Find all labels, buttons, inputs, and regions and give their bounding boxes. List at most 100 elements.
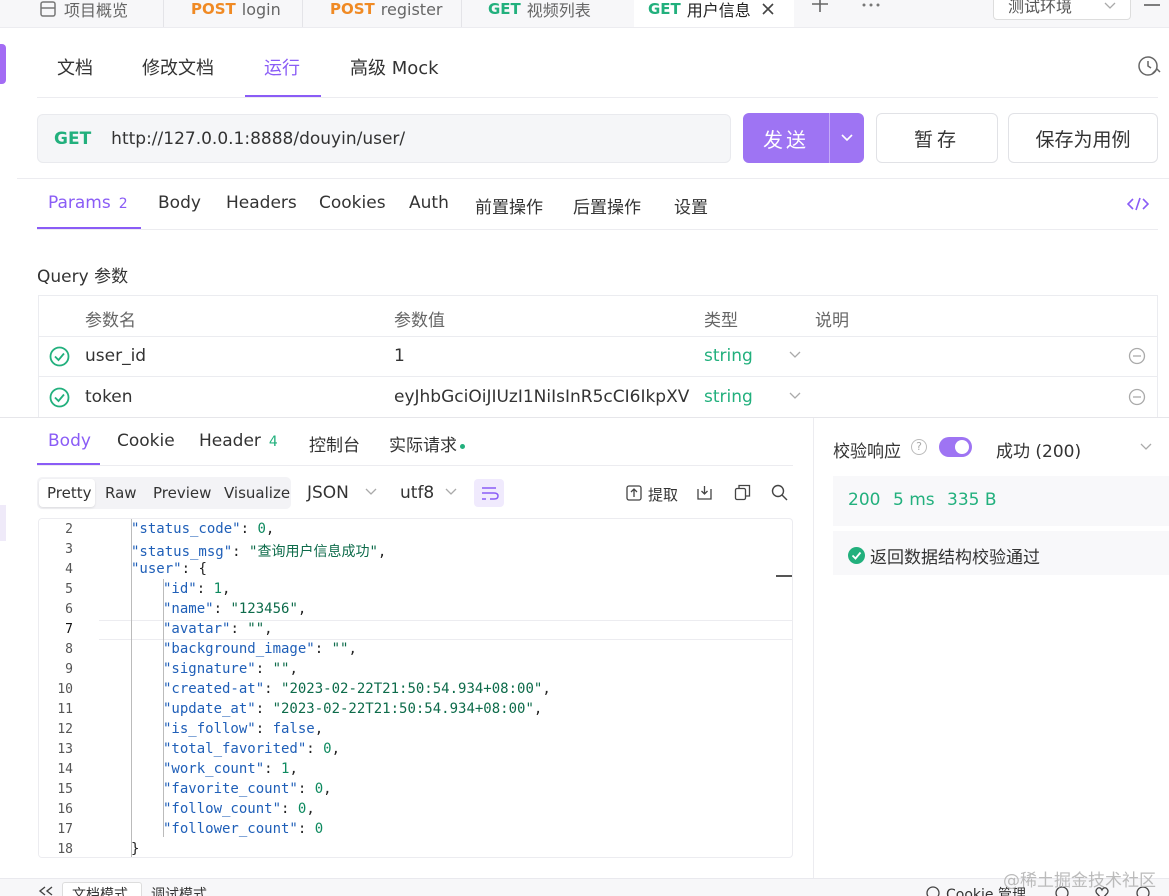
view-raw[interactable]: Raw — [105, 484, 137, 502]
format-select[interactable]: JSON — [307, 483, 349, 503]
chevron-down-icon[interactable] — [365, 488, 377, 496]
param-name-input[interactable]: user_id — [85, 346, 146, 366]
save-as-case-button[interactable]: 保存为用例 — [1008, 113, 1158, 163]
tab-post-login[interactable]: POST login — [191, 0, 281, 27]
tab-console[interactable]: 控制台 — [309, 431, 360, 456]
panel-divider[interactable] — [0, 417, 1169, 418]
add-tab-icon[interactable] — [810, 0, 830, 14]
tab-get-video-list[interactable]: GET 视频列表 — [488, 0, 591, 27]
tab-project-overview[interactable]: 项目概览 — [40, 0, 128, 27]
tab-settings[interactable]: 设置 — [674, 193, 708, 218]
tab-doc[interactable]: 文档 — [57, 54, 93, 80]
tab-auth[interactable]: Auth — [409, 193, 449, 213]
checkbox-checked-icon[interactable] — [49, 387, 70, 408]
param-value-input[interactable]: eyJhbGciOiJIUzI1NiIsInR5cCI6IkpXVCJ — [394, 387, 690, 407]
url-input[interactable]: http://127.0.0.1:8888/douyin/user/ — [111, 129, 405, 149]
line-number: 3 — [65, 542, 73, 557]
tab-actual-request[interactable]: 实际请求 — [389, 431, 465, 456]
search-icon[interactable] — [771, 484, 788, 501]
col-header-desc: 说明 — [815, 311, 849, 331]
chevron-down-icon[interactable] — [789, 351, 801, 359]
environment-select[interactable]: 测试环境 — [993, 0, 1131, 20]
more-icon[interactable] — [861, 2, 881, 10]
tab-response-header[interactable]: Header 4 — [199, 431, 278, 451]
line-number: 10 — [57, 682, 73, 697]
collapse-icon[interactable] — [38, 886, 54, 896]
line-number: 18 — [57, 842, 73, 857]
code-line: "follow_count": 0, — [163, 801, 315, 817]
request-method[interactable]: GET — [54, 129, 91, 149]
environment-label: 测试环境 — [1008, 0, 1073, 16]
word-wrap-button[interactable] — [474, 479, 504, 507]
doc-mode-button[interactable]: 文档模式 — [72, 884, 128, 896]
tab-edit-doc[interactable]: 修改文档 — [142, 54, 214, 80]
chevron-down-icon[interactable] — [789, 392, 801, 400]
code-icon[interactable] — [1127, 196, 1149, 212]
save-draft-button[interactable]: 暂存 — [876, 113, 998, 163]
tab-label: 用户信息 — [686, 1, 751, 20]
scrollbar-thumb[interactable] — [776, 575, 792, 577]
tab-get-user-info[interactable]: GET 用户信息 — [634, 0, 794, 27]
method-badge: POST — [191, 0, 236, 18]
code-line: "avatar": "", — [163, 621, 273, 637]
param-type-select[interactable]: string — [704, 387, 753, 407]
tab-post-register[interactable]: POST register — [330, 0, 442, 27]
code-line: "follower_count": 0 — [163, 821, 324, 837]
validate-toggle[interactable] — [939, 437, 972, 457]
close-icon[interactable] — [761, 2, 775, 16]
response-stats — [833, 476, 1169, 526]
cookie-icon[interactable] — [926, 886, 940, 896]
tab-response-cookie[interactable]: Cookie — [117, 431, 175, 451]
view-preview[interactable]: Preview — [153, 484, 211, 502]
param-value-input[interactable]: 1 — [394, 346, 690, 366]
chevron-down-icon — [841, 134, 853, 142]
validation-result-select[interactable]: 成功 (200) — [996, 437, 1081, 462]
line-number: 17 — [57, 822, 73, 837]
debug-mode-button[interactable]: 调试模式 — [151, 884, 207, 896]
tab-run[interactable]: 运行 — [264, 54, 300, 80]
send-button[interactable]: 发送 — [743, 113, 864, 163]
remove-row-icon[interactable] — [1128, 388, 1146, 406]
response-time: 5 ms — [893, 490, 935, 510]
request-tab-bar: 项目概览 POST login POST register GET 视频列表 G… — [0, 0, 1169, 28]
status-dot — [460, 443, 465, 449]
line-number: 11 — [57, 702, 73, 717]
line-number: 6 — [65, 602, 73, 617]
extract-icon[interactable] — [626, 485, 642, 501]
tab-post-operations[interactable]: 后置操作 — [573, 193, 641, 218]
code-line: "update_at": "2023-02-22T21:50:54.934+08… — [163, 701, 543, 717]
param-name-input[interactable]: token — [85, 387, 133, 407]
tab-actual-label: 实际请求 — [389, 436, 457, 456]
encoding-select[interactable]: utf8 — [400, 483, 434, 503]
extract-button[interactable]: 提取 — [648, 484, 678, 505]
send-dropdown[interactable] — [829, 113, 864, 163]
tab-headers[interactable]: Headers — [226, 193, 297, 213]
chevron-down-icon[interactable] — [445, 488, 457, 496]
url-bar[interactable]: GET http://127.0.0.1:8888/douyin/user/ — [37, 114, 731, 163]
history-icon[interactable] — [1137, 55, 1161, 79]
col-header-name: 参数名 — [85, 311, 136, 331]
tab-advanced-mock[interactable]: 高级 Mock — [350, 54, 439, 80]
checkbox-checked-icon[interactable] — [49, 346, 70, 367]
copy-icon[interactable] — [734, 484, 751, 501]
remove-row-icon[interactable] — [1128, 347, 1146, 365]
validation-pass-message: 返回数据结构校验通过 — [848, 543, 1040, 568]
download-icon[interactable] — [696, 484, 713, 501]
tab-params[interactable]: Params 2 — [48, 193, 128, 213]
view-visualize[interactable]: Visualize — [224, 484, 290, 502]
view-pretty[interactable]: Pretty — [47, 484, 92, 502]
tab-pre-operations[interactable]: 前置操作 — [475, 193, 543, 218]
method-badge: GET — [648, 0, 681, 18]
param-type-select[interactable]: string — [704, 346, 753, 366]
sidebar-hover-indicator — [0, 505, 6, 541]
chevron-down-icon[interactable] — [1140, 443, 1152, 451]
tab-cookies[interactable]: Cookies — [319, 193, 386, 213]
help-icon[interactable]: ? — [911, 439, 927, 455]
response-body-editor[interactable]: 2 "status_code": 0, 3 "status_msg": "查询用户信息… — [38, 518, 793, 858]
pane-splitter[interactable] — [813, 418, 814, 878]
col-header-value: 参数值 — [394, 311, 445, 331]
menu-icon[interactable] — [1143, 0, 1161, 12]
code-line: "work_count": 1, — [163, 761, 298, 777]
tab-response-body[interactable]: Body — [48, 431, 91, 451]
tab-body[interactable]: Body — [158, 193, 201, 213]
